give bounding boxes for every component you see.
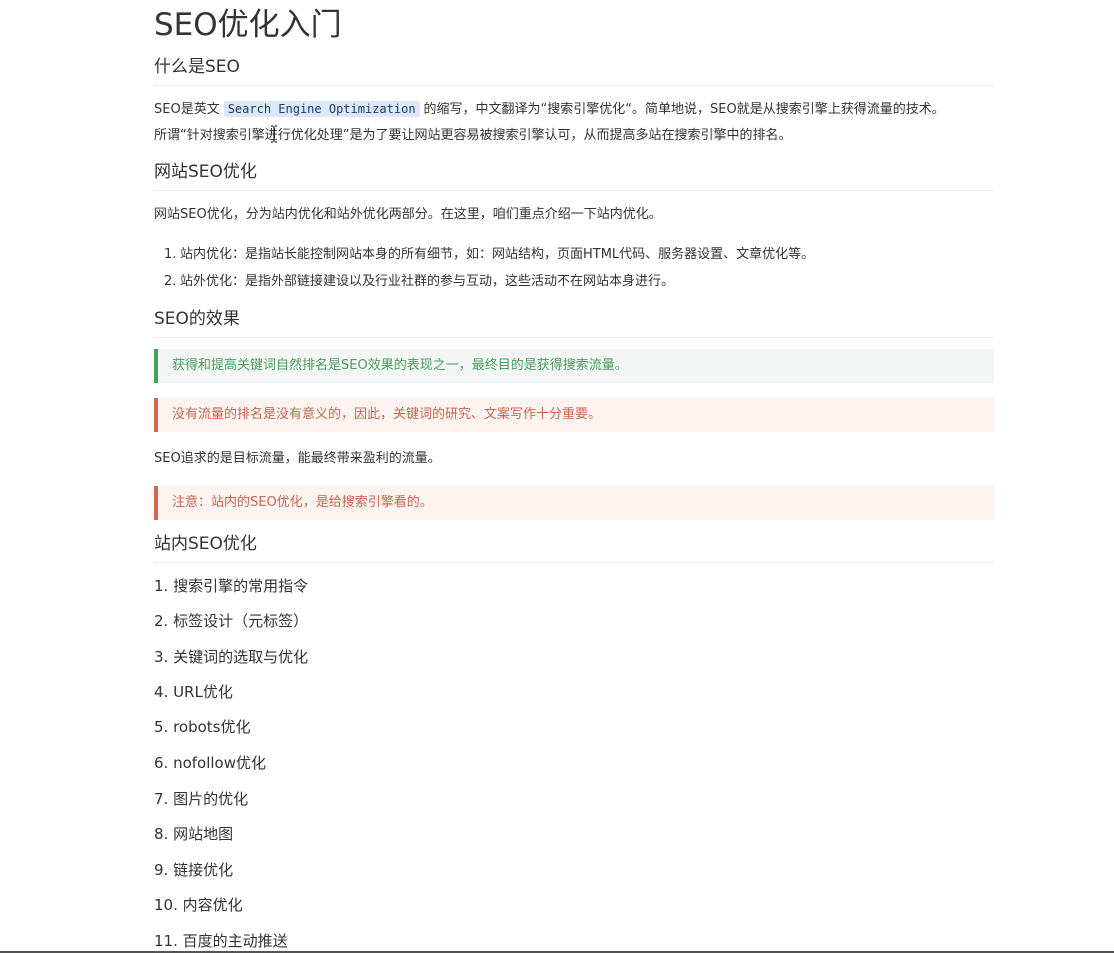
list-item: 3. 关键词的选取与优化 [154, 648, 309, 666]
paragraph-seo-goal: SEO追求的是目标流量，能最终带来盈利的流量。 [154, 451, 441, 466]
list-item: 1. 搜索引擎的常用指令 [154, 577, 309, 595]
list-item: 1. 站内优化：是指站长能控制网站本身的所有细节，如：网站结构，页面HTML代码、… [164, 241, 994, 268]
list-item: 8. 网站地图 [154, 825, 234, 843]
list-item: 11. 百度的主动推送 [154, 932, 288, 950]
section-heading-what-is-seo: 什么是SEO [154, 55, 994, 86]
list-item: 2. 标签设计（元标签） [154, 612, 309, 630]
callout-danger: 没有流量的排名是没有意义的，因此，关键词的研究、文案写作十分重要。 [154, 398, 994, 432]
inline-code[interactable]: Search Engine Optimization [223, 101, 420, 117]
callout-note: 注意：站内的SEO优化，是给搜索引擎看的。 [154, 486, 994, 520]
callout-success: 获得和提高关键词自然排名是SEO效果的表现之一，最终目的是获得搜索流量。 [154, 349, 994, 383]
list-item-number: 2. [164, 274, 177, 289]
paragraph-seo-definition: SEO是英文 Search Engine Optimization 的缩写，中文翻译… [154, 96, 994, 123]
paragraph-seo-purpose: 所谓“针对搜索引擎进行优化处理”是为了要让网站更容易被搜索引擎认可，从而提高多站… [154, 128, 792, 143]
section-heading-seo-effect: SEO的效果 [154, 307, 994, 338]
page-title: SEO优化入门 [154, 7, 342, 43]
list-item: 2. 站外优化：是指外部链接建设以及行业社群的参与互动，这些活动不在网站本身进行。 [164, 268, 994, 295]
paragraph-site-seo-intro: 网站SEO优化，分为站内优化和站外优化两部分。在这里，咱们重点介绍一下站内优化。 [154, 207, 662, 222]
list-item: 4. URL优化 [154, 683, 233, 701]
list-item-text: 站外优化：是指外部链接建设以及行业社群的参与互动，这些活动不在网站本身进行。 [180, 274, 675, 289]
list-item: 6. nofollow优化 [154, 754, 267, 772]
section-heading-onsite-seo: 站内SEO优化 [154, 532, 994, 563]
list-item: 10. 内容优化 [154, 896, 243, 914]
list-item: 7. 图片的优化 [154, 790, 249, 808]
list-item-number: 1. [164, 247, 177, 262]
text-cursor-icon [271, 125, 277, 143]
paragraph-prefix: SEO是英文 [154, 102, 220, 117]
paragraph-suffix: 的缩写，中文翻译为“搜索引擎优化“。简单地说，SEO就是从搜索引擎上获得流量的技… [423, 102, 945, 117]
section-heading-site-seo: 网站SEO优化 [154, 160, 994, 191]
list-item: 5. robots优化 [154, 718, 251, 736]
list-item: 9. 链接优化 [154, 861, 234, 879]
list-item-text: 站内优化：是指站长能控制网站本身的所有细节，如：网站结构，页面HTML代码、服务… [180, 247, 815, 262]
document-page: SEO优化入门 什么是SEO SEO是英文 Search Engine Optim… [0, 0, 1114, 953]
